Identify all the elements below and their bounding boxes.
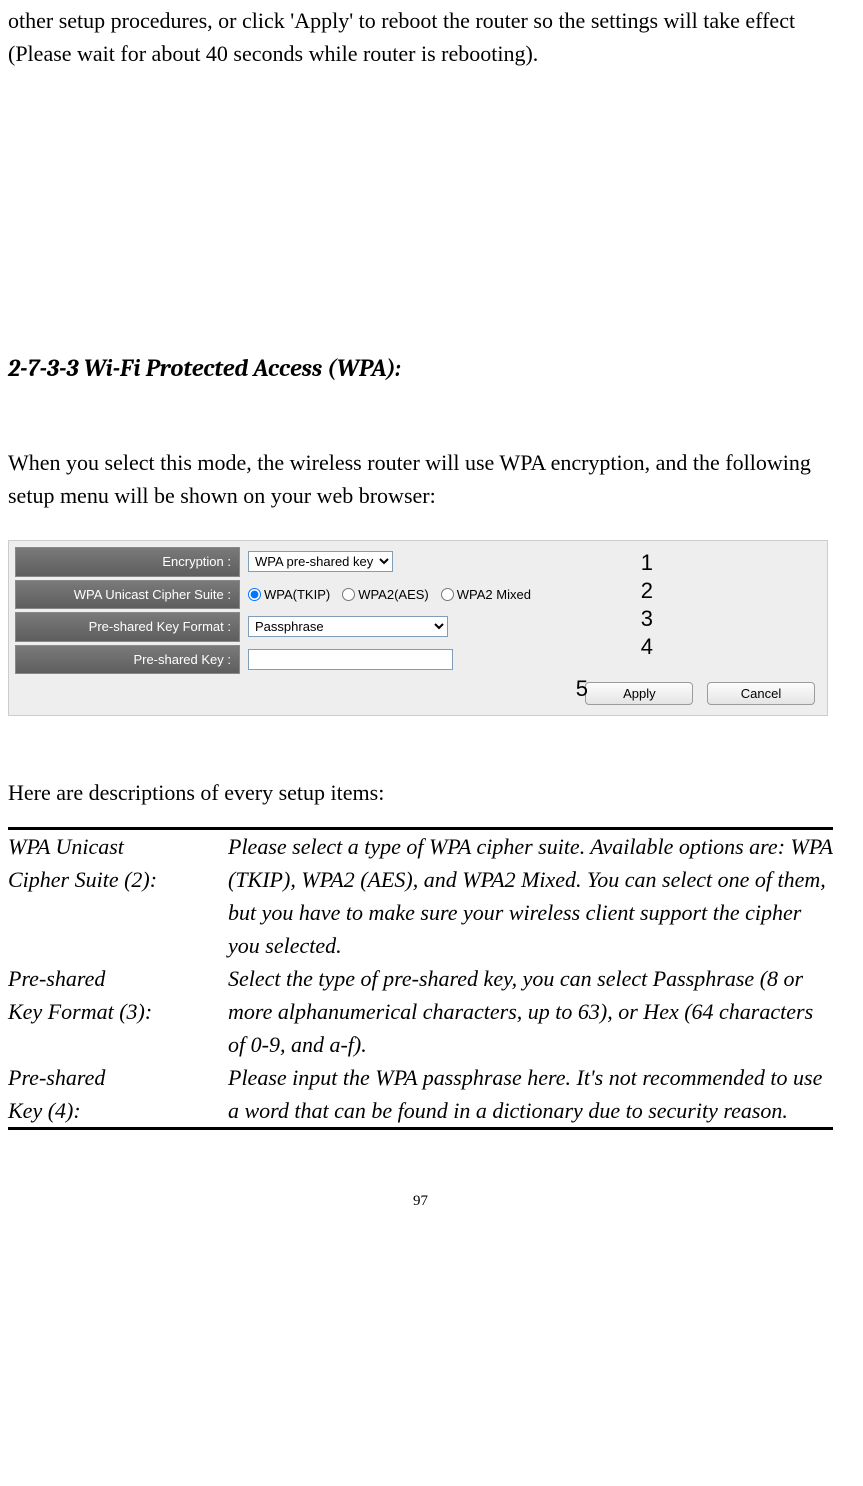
callout-5: 5 (576, 672, 588, 705)
section-heading: 2-7-3-3 Wi-Fi Protected Access (WPA): (8, 350, 833, 386)
desc-key-cipher: WPA Unicast Cipher Suite (2): (8, 830, 228, 962)
radio-wpa2-mixed[interactable]: WPA2 Mixed (441, 585, 531, 605)
radio-wpa2-aes[interactable]: WPA2(AES) (342, 585, 429, 605)
row-cipher-suite: WPA Unicast Cipher Suite : WPA(TKIP) WPA… (15, 580, 821, 610)
encryption-select[interactable]: WPA pre-shared key (248, 551, 393, 572)
page-number: 97 (8, 1190, 833, 1213)
descriptions-intro: Here are descriptions of every setup ite… (8, 776, 833, 809)
desc-key-key-l2: Key (4): (8, 1098, 81, 1123)
label-preshared-key: Pre-shared Key : (15, 645, 240, 675)
desc-row-key: Pre-shared Key (4): Please input the WPA… (8, 1061, 833, 1127)
desc-key-cipher-l2: Cipher Suite (2): (8, 867, 157, 892)
desc-key-format-l1: Pre-shared (8, 966, 105, 991)
radio-input-tkip[interactable] (248, 588, 261, 601)
cancel-button[interactable]: Cancel (707, 682, 815, 705)
callout-4: 4 (641, 630, 653, 663)
radio-wpa-tkip[interactable]: WPA(TKIP) (248, 585, 330, 605)
wpa-config-panel: Encryption : WPA pre-shared key WPA Unic… (8, 540, 828, 716)
mode-paragraph: When you select this mode, the wireless … (8, 446, 833, 512)
key-format-select[interactable]: Passphrase (248, 616, 448, 637)
desc-val-format: Select the type of pre-shared key, you c… (228, 962, 833, 1061)
desc-key-key-l1: Pre-shared (8, 1065, 105, 1090)
label-key-format: Pre-shared Key Format : (15, 612, 240, 642)
desc-key-format-l2: Key Format (3): (8, 999, 152, 1024)
desc-row-format: Pre-shared Key Format (3): Select the ty… (8, 962, 833, 1061)
row-preshared-key: Pre-shared Key : (15, 645, 821, 675)
desc-key-format: Pre-shared Key Format (3): (8, 962, 228, 1061)
radio-label-mixed: WPA2 Mixed (457, 585, 531, 605)
desc-key-key: Pre-shared Key (4): (8, 1061, 228, 1127)
button-row: Apply Cancel (15, 682, 821, 705)
row-key-format: Pre-shared Key Format : Passphrase (15, 612, 821, 642)
intro-paragraph: other setup procedures, or click 'Apply'… (8, 4, 833, 70)
row-encryption: Encryption : WPA pre-shared key (15, 547, 821, 577)
desc-val-cipher: Please select a type of WPA cipher suite… (228, 830, 833, 962)
label-encryption: Encryption : (15, 547, 240, 577)
radio-label-tkip: WPA(TKIP) (264, 585, 330, 605)
config-panel-container: Encryption : WPA pre-shared key WPA Unic… (8, 540, 833, 716)
radio-input-aes[interactable] (342, 588, 355, 601)
label-cipher-suite: WPA Unicast Cipher Suite : (15, 580, 240, 610)
desc-key-cipher-l1: WPA Unicast (8, 834, 124, 859)
radio-input-mixed[interactable] (441, 588, 454, 601)
desc-row-cipher: WPA Unicast Cipher Suite (2): Please sel… (8, 830, 833, 962)
radio-label-aes: WPA2(AES) (358, 585, 429, 605)
preshared-key-input[interactable] (248, 649, 453, 670)
descriptions-table: WPA Unicast Cipher Suite (2): Please sel… (8, 827, 833, 1130)
apply-button[interactable]: Apply (585, 682, 693, 705)
desc-val-key: Please input the WPA passphrase here. It… (228, 1061, 833, 1127)
